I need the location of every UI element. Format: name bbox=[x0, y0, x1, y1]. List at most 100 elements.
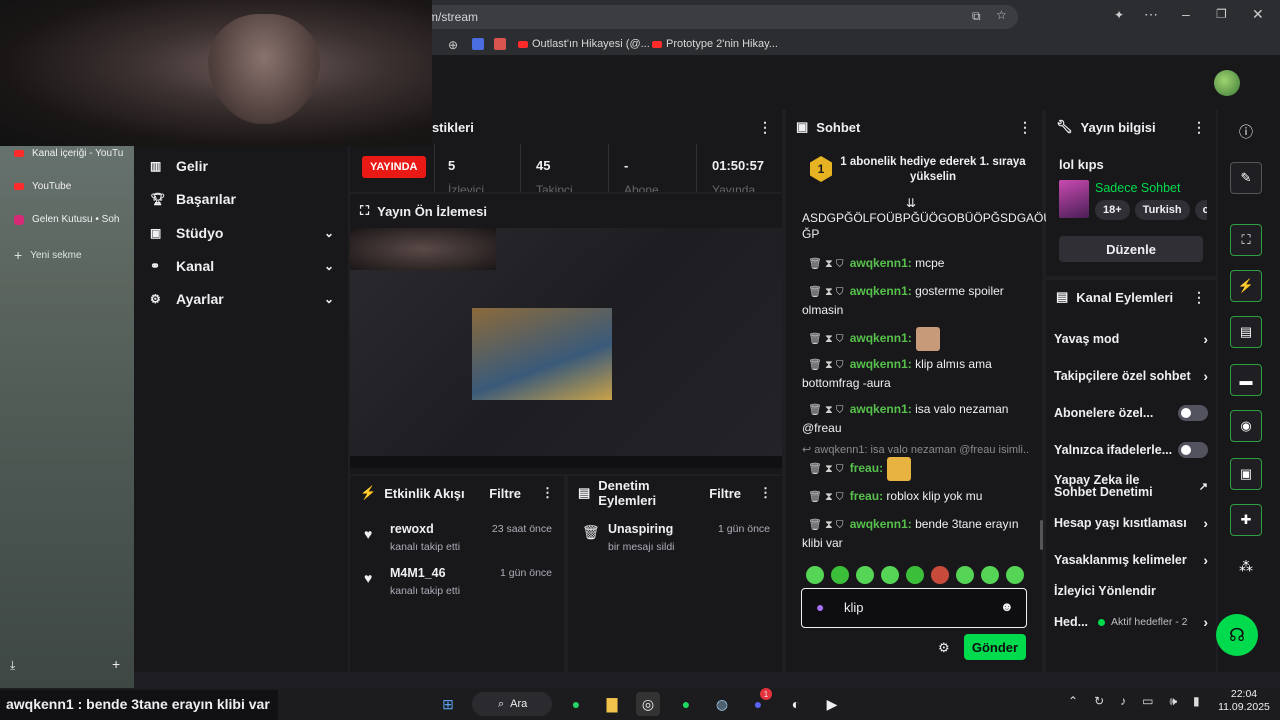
channel-action-row[interactable]: Takipçilere özel sohbet › bbox=[1054, 368, 1208, 384]
moderation-filter-button[interactable]: Filtre bbox=[709, 486, 741, 501]
nav-item-0[interactable]: ▥ Gelir bbox=[150, 158, 334, 174]
pencil-icon[interactable]: ✎ bbox=[1230, 162, 1262, 194]
channel-action-row[interactable]: Yavaş mod › bbox=[1054, 331, 1208, 347]
scroll-down-icon[interactable]: ⇊ bbox=[906, 196, 916, 210]
chat-message[interactable]: 🗑︎ ⧗ ⛉ freau: bbox=[802, 457, 1030, 481]
menu-icon[interactable]: ⋯ bbox=[1144, 6, 1158, 23]
wrench-icon[interactable]: ✚ bbox=[1230, 504, 1262, 536]
bolt-icon[interactable]: ⚡ bbox=[1230, 270, 1262, 302]
sync-icon[interactable]: ↻ bbox=[1094, 694, 1104, 709]
mod-action-icons[interactable]: 🗑︎ ⧗ ⛉ bbox=[808, 286, 844, 298]
emote-icon[interactable] bbox=[881, 566, 899, 584]
nav-item-3[interactable]: ⚭ Kanal ⌄ bbox=[150, 258, 334, 274]
chat-message[interactable]: 🗑︎ ⧗ ⛉ awqkenn1: gosterme spoiler olmasin bbox=[802, 282, 1030, 319]
mod-action-icons[interactable]: 🗑︎ ⧗ ⛉ bbox=[808, 333, 844, 345]
chevron-up-icon[interactable]: ⌃ bbox=[1068, 694, 1078, 709]
chat-message[interactable]: 🗑︎ ⧗ ⛉ awqkenn1: klip almıs ama bottomfra… bbox=[802, 355, 1030, 392]
volume-icon[interactable]: 🕪︎ bbox=[1169, 694, 1177, 709]
toggle-switch[interactable] bbox=[1178, 442, 1208, 458]
chat-username[interactable]: awqkenn1: bbox=[850, 357, 912, 371]
mod-action-icons[interactable]: 🗑︎ ⧗ ⛉ bbox=[808, 258, 844, 270]
emote-icon[interactable] bbox=[806, 566, 824, 584]
globe-icon[interactable]: ⊕ bbox=[448, 38, 458, 52]
emote-icon[interactable] bbox=[1006, 566, 1024, 584]
nav-item-2[interactable]: ▣ Stüdyo ⌄ bbox=[150, 225, 334, 241]
nav-item-1[interactable]: 🏆︎ Başarılar bbox=[150, 191, 334, 207]
more-icon[interactable]: ⋮ bbox=[1192, 119, 1206, 136]
activity-user[interactable]: rewoxd bbox=[390, 522, 434, 536]
broadcast-icon[interactable]: ◉ bbox=[1230, 410, 1262, 442]
chat-username[interactable]: awqkenn1: bbox=[850, 402, 912, 416]
extensions-icon[interactable]: ✦ bbox=[1114, 8, 1124, 22]
taskbar-search[interactable]: ⌕ Ara bbox=[472, 692, 552, 716]
address-bar[interactable]: m/stream bbox=[380, 5, 1018, 29]
info-icon[interactable]: ⓘ bbox=[1230, 116, 1262, 148]
stream-tag[interactable]: ch bbox=[1194, 200, 1207, 220]
goals-row[interactable]: Hed... Aktif hedefler - 2 › bbox=[1054, 614, 1208, 630]
moderation-user[interactable]: Unaspiring bbox=[608, 522, 673, 536]
mod-action-icons[interactable]: 🗑︎ ⧗ ⛉ bbox=[808, 519, 844, 531]
display-icon[interactable]: ▭ bbox=[1142, 694, 1153, 709]
raid-icon[interactable]: ▣ bbox=[1230, 458, 1262, 490]
channel-action-row[interactable]: Yasaklanmış kelimeler › bbox=[1054, 552, 1208, 568]
mod-action-icons[interactable]: 🗑︎ ⧗ ⛉ bbox=[808, 404, 844, 416]
chat-scrollbar[interactable] bbox=[1040, 520, 1043, 550]
chat-input[interactable]: ● klip ☻ bbox=[801, 588, 1027, 628]
chat-username[interactable]: awqkenn1: bbox=[850, 284, 912, 298]
more-icon[interactable]: ⋮ bbox=[1192, 289, 1206, 306]
bookmark-app-icon[interactable] bbox=[472, 38, 484, 50]
chat-message[interactable]: 🗑︎ ⧗ ⛉ awqkenn1: isa valo nezaman @freau bbox=[802, 400, 1030, 437]
clip-icon[interactable]: ⛶ bbox=[1230, 224, 1262, 256]
windows-start-icon[interactable]: ⊞ bbox=[436, 692, 460, 716]
mic-icon[interactable]: ● bbox=[816, 599, 824, 615]
chat-username[interactable]: awqkenn1: bbox=[850, 256, 912, 270]
send-button[interactable]: Gönder bbox=[964, 634, 1026, 660]
emote-icon[interactable] bbox=[856, 566, 874, 584]
minimize-icon[interactable]: – bbox=[1182, 6, 1190, 22]
emote-icon[interactable] bbox=[931, 566, 949, 584]
obs-icon[interactable]: ◐ bbox=[784, 692, 808, 716]
emote-icon[interactable] bbox=[956, 566, 974, 584]
mod-action-icons[interactable]: 🗑︎ ⧗ ⛉ bbox=[808, 463, 844, 475]
more-icon[interactable]: ⋮ bbox=[759, 485, 772, 501]
more-icon[interactable]: ⋮ bbox=[541, 485, 554, 501]
bookmark-app-icon-2[interactable] bbox=[494, 38, 506, 50]
browser-icon[interactable]: ◎ bbox=[636, 692, 660, 716]
folder-icon[interactable]: ▇ bbox=[600, 692, 624, 716]
stream-tag[interactable]: 18+ bbox=[1095, 200, 1130, 220]
more-icon[interactable]: ⋮ bbox=[1018, 119, 1032, 136]
chat-message[interactable]: 🗑︎ ⧗ ⛉ awqkenn1: mcpe bbox=[802, 254, 1030, 273]
download-icon[interactable]: ⤓ bbox=[10, 658, 15, 673]
apps-icon[interactable]: ⁂ bbox=[1230, 550, 1262, 582]
activity-user[interactable]: M4M1_46 bbox=[390, 566, 446, 580]
mic-icon[interactable]: ♪ bbox=[1120, 694, 1126, 709]
headset-icon[interactable]: ☊ bbox=[1216, 614, 1258, 656]
mod-action-icons[interactable]: 🗑︎ ⧗ ⛉ bbox=[808, 491, 844, 503]
emote-icon[interactable] bbox=[981, 566, 999, 584]
new-tab-button[interactable]: + Yeni sekme bbox=[14, 247, 82, 263]
close-icon[interactable]: ✕ bbox=[1252, 6, 1264, 23]
channel-action-row[interactable]: Yalnızca ifadelerle... bbox=[1054, 442, 1208, 458]
chat-username[interactable]: freau: bbox=[850, 461, 883, 475]
chat-message[interactable]: 🗑︎ ⧗ ⛉ freau: roblox klip yok mu bbox=[802, 487, 1030, 506]
chat-message[interactable]: 🗑︎ ⧗ ⛉ awqkenn1: bende 3tane erayın klibi… bbox=[802, 515, 1030, 552]
screenshot-icon[interactable]: ⧉ bbox=[972, 9, 981, 24]
chat-bubble-icon[interactable]: ▬ bbox=[1230, 364, 1262, 396]
spotify-icon[interactable]: ● bbox=[674, 692, 698, 716]
more-icon[interactable]: ⋮ bbox=[758, 119, 772, 136]
steam-icon[interactable]: ◍ bbox=[710, 692, 734, 716]
channel-action-row[interactable]: Yapay Zeka ile Sohbet Denetimi ↗ bbox=[1054, 474, 1208, 499]
stream-tag[interactable]: Turkish bbox=[1134, 200, 1190, 220]
avatar[interactable] bbox=[1214, 70, 1240, 96]
channel-action-row[interactable]: Hesap yaşı kısıtlaması › bbox=[1054, 515, 1208, 531]
channel-action-row[interactable]: Abonelere özel... bbox=[1054, 405, 1208, 421]
emote-icon[interactable] bbox=[831, 566, 849, 584]
toggle-switch[interactable] bbox=[1178, 405, 1208, 421]
mod-action-icons[interactable]: 🗑︎ ⧗ ⛉ bbox=[808, 359, 844, 371]
whatsapp-icon[interactable]: ● bbox=[564, 692, 588, 716]
stream-category[interactable]: Sadece Sohbet bbox=[1095, 181, 1181, 195]
side-tab-youtube[interactable]: YouTube bbox=[14, 181, 71, 192]
maximize-icon[interactable]: ❐ bbox=[1216, 7, 1227, 21]
chat-username[interactable]: awqkenn1: bbox=[850, 331, 912, 345]
channel-action-row[interactable]: İzleyici Yönlendir bbox=[1054, 584, 1208, 598]
